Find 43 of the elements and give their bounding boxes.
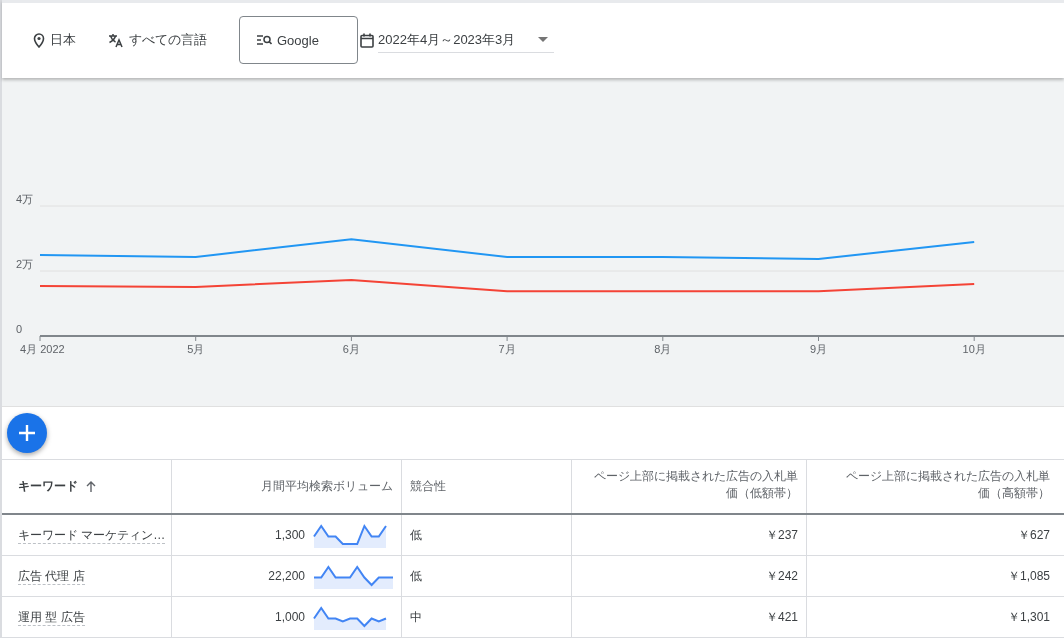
keyword-link[interactable]: 広告 代理 店 [18,567,85,585]
x-axis-label: 7月 [498,342,516,355]
date-range-dropdown[interactable]: 2022年4月～2023年3月 [378,27,554,54]
column-header[interactable]: ページ上部に掲載された広告の入札単価（高額帯） [807,460,1064,513]
table-cell: ￥242 [572,556,807,596]
language-label[interactable]: すべての言語 [129,31,207,50]
column-header-label: キーワード [18,478,78,495]
sort-up-arrow-icon [86,481,96,492]
keyword-link[interactable]: 運用 型 広告 [18,608,85,626]
search-network-button[interactable]: Google [239,16,358,65]
location-pin-icon [33,32,45,48]
location-label[interactable]: 日本 [50,31,76,50]
y-axis-label: 4万 [16,192,34,205]
table-cell-text: ￥1,085 [1006,567,1051,585]
plus-icon [19,424,35,441]
y-axis-label: 0 [16,322,23,335]
search-volume: 22,200 [268,569,305,583]
table-cell: ￥237 [572,515,807,555]
table-cell: 中 [402,597,572,637]
calendar-icon [360,32,374,48]
column-header[interactable]: キーワード [2,460,172,513]
column-header[interactable]: 月間平均検索ボリューム [172,460,402,513]
x-axis-label: 4月 2022 [20,342,65,355]
table-cell-text: ￥627 [1016,526,1051,544]
keyword-link[interactable]: キーワード マーケティン… [18,526,166,544]
add-button[interactable] [7,412,47,453]
x-axis-label: 5月 [187,342,205,355]
translate-icon [108,32,124,48]
column-header[interactable]: ページ上部に掲載された広告の入札単価（低額帯） [572,460,807,513]
x-axis-label: 8月 [654,342,672,355]
column-header[interactable]: 競合性 [402,460,572,513]
search-list-icon [257,35,272,46]
table-cell: ￥421 [572,597,807,637]
search-volume: 1,000 [274,610,305,624]
table-cell: 低 [402,556,572,596]
x-axis-label: 6月 [342,342,360,355]
x-axis-label: 10月 [962,342,986,355]
y-axis-label: 2万 [16,257,34,270]
dropdown-caret-icon [538,37,548,43]
table-cell: 低 [402,515,572,555]
table-cell-text: ￥1,301 [1006,608,1051,626]
search-volume: 1,300 [274,528,305,542]
x-axis-label: 9月 [809,342,828,355]
